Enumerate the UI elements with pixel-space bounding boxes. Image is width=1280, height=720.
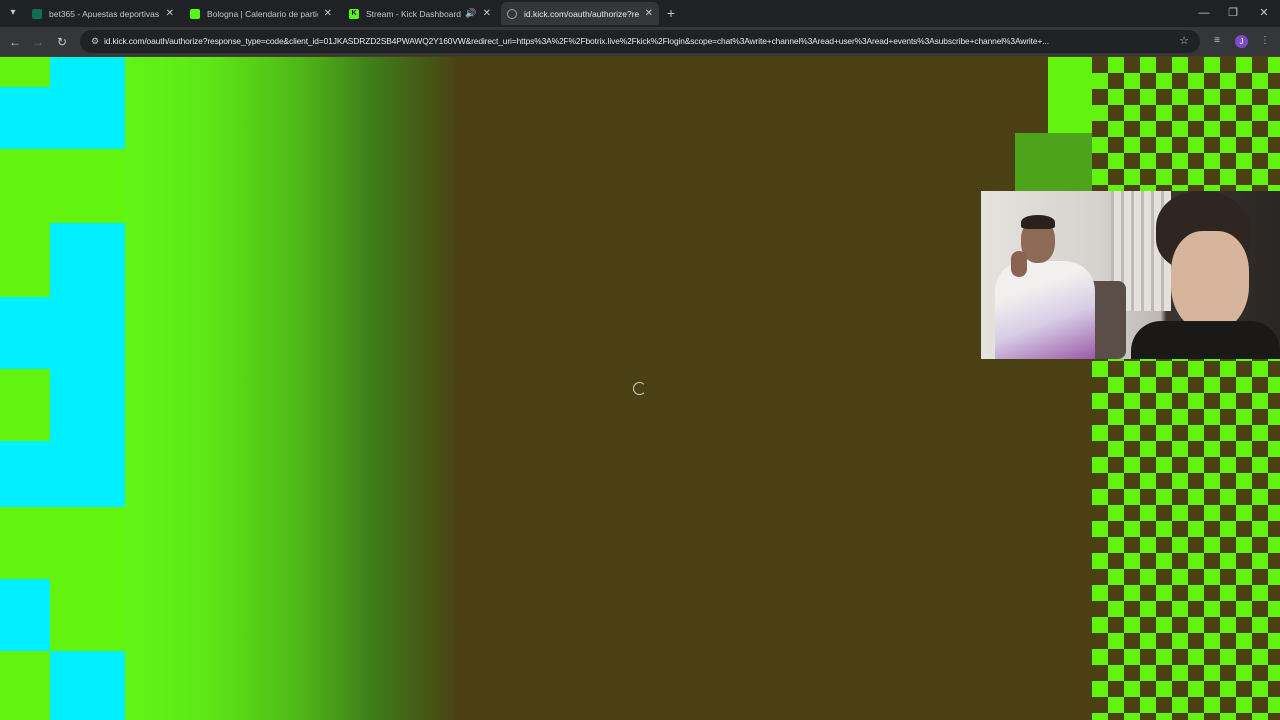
profile-avatar[interactable]: J [1235, 35, 1248, 48]
green-gradient-panel [122, 57, 462, 720]
tab-bologna[interactable]: Bologna | Calendario de partido ✕ [184, 2, 338, 25]
site-info-icon[interactable]: ⚙ [88, 34, 102, 48]
left-pixel-strip [0, 57, 130, 720]
close-tab-icon[interactable]: ✕ [166, 8, 174, 19]
media-control-icon[interactable]: ≡ [1209, 33, 1225, 49]
close-tab-icon[interactable]: ✕ [483, 8, 491, 19]
reload-button[interactable]: ↻ [53, 33, 71, 51]
bologna-icon [190, 8, 200, 19]
globe-icon [507, 8, 517, 19]
speaker-icon[interactable]: 🔊 [465, 8, 476, 19]
browser-toolbar: ← → ↻ ⚙ id.kick.com/oauth/authorize?resp… [0, 27, 1280, 56]
close-tab-icon[interactable]: ✕ [645, 8, 653, 19]
tab-search-button[interactable]: ▾ [4, 4, 22, 22]
window-close-button[interactable]: ✕ [1254, 4, 1274, 22]
tab-title: Bologna | Calendario de partido [207, 8, 318, 19]
tab-bet365[interactable]: bet365 - Apuestas deportivas e ✕ [26, 2, 180, 25]
address-bar[interactable]: ⚙ id.kick.com/oauth/authorize?response_t… [80, 30, 1200, 53]
forward-button[interactable]: → [29, 33, 47, 51]
page-viewport [0, 57, 1280, 720]
webcam-overlay [981, 191, 1280, 359]
url-text[interactable]: id.kick.com/oauth/authorize?response_typ… [104, 30, 1164, 53]
back-button[interactable]: ← [6, 33, 24, 51]
tab-kick-dashboard[interactable]: K Stream - Kick Dashboard 🔊 ✕ [343, 2, 497, 25]
bet365-icon [32, 8, 42, 19]
green-block [1048, 57, 1094, 133]
checker-pattern [1092, 57, 1280, 720]
loading-spinner-icon [633, 382, 646, 395]
kick-icon: K [349, 8, 359, 19]
tab-title: Stream - Kick Dashboard [366, 8, 461, 19]
tab-title: id.kick.com/oauth/authorize?re [524, 8, 639, 19]
close-tab-icon[interactable]: ✕ [324, 8, 332, 19]
tab-title: bet365 - Apuestas deportivas e [49, 8, 160, 19]
green-block [1015, 133, 1095, 191]
bookmark-star-icon[interactable]: ☆ [1176, 33, 1192, 49]
minimize-button[interactable]: — [1194, 4, 1214, 22]
tab-strip: ▾ bet365 - Apuestas deportivas e ✕ Bolog… [0, 0, 1280, 27]
restore-button[interactable]: ❐ [1223, 4, 1243, 22]
menu-icon[interactable]: ⋮ [1257, 33, 1273, 49]
tab-kick-oauth[interactable]: id.kick.com/oauth/authorize?re ✕ [501, 2, 659, 25]
new-tab-button[interactable]: + [664, 5, 678, 21]
